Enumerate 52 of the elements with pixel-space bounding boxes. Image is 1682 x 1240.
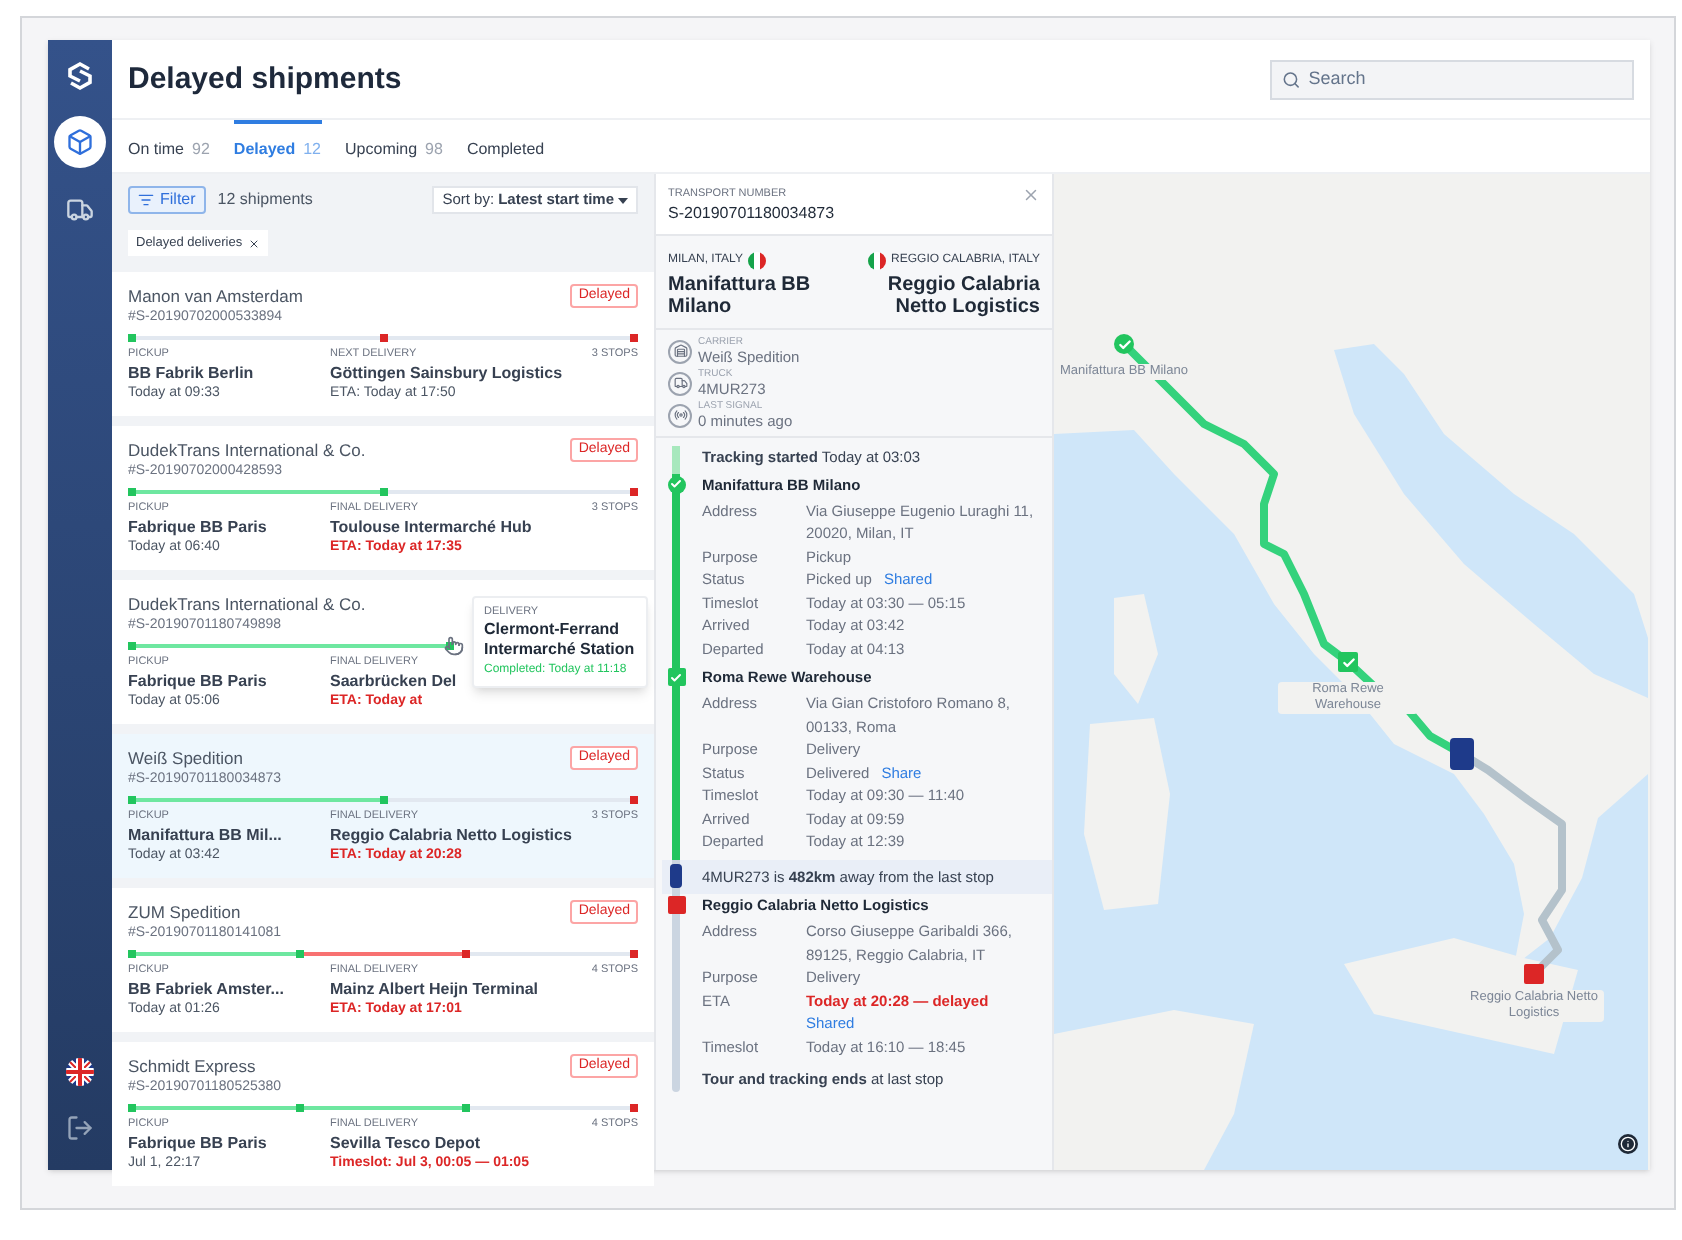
truck-icon — [66, 196, 94, 224]
delivery-place: Toulouse Intermarché Hub — [330, 516, 532, 538]
carrier-name: ZUM Spedition — [128, 899, 241, 925]
transport-number: S-20190701180034873 — [668, 202, 835, 227]
flag-icon — [867, 252, 886, 271]
truck-marker — [1450, 738, 1474, 770]
tab[interactable]: Completed — [466, 120, 545, 172]
tab[interactable]: Upcoming 98 — [345, 120, 443, 172]
search-field[interactable]: Search — [1270, 59, 1634, 99]
truck-icon — [668, 371, 692, 396]
carrier-name: Weiß Spedition — [128, 745, 243, 771]
filter-button[interactable]: Filter — [128, 186, 206, 214]
delivery-place: Reggio Calabria Netto Logistics — [330, 824, 572, 846]
box-icon — [66, 128, 94, 156]
pickup-place: BB Fabriek Amster... — [128, 978, 286, 1000]
delivery-place: Mainz Albert Heijn Terminal — [330, 978, 539, 1000]
truck-marker — [670, 863, 682, 888]
pickup-place: Manifattura BB Mil... — [128, 824, 284, 846]
logo-icon — [64, 60, 96, 92]
origin-name: Manifattura BB Milano — [668, 274, 813, 319]
carrier-name: DudekTrans International & Co. — [128, 591, 366, 617]
delivery-place: Göttingen Sainsbury Logistics — [330, 362, 563, 384]
stop-done-marker[interactable] — [1338, 652, 1358, 672]
stop-pending-marker[interactable] — [1524, 964, 1544, 984]
carrier-name: Manon van Amsterdam — [128, 283, 303, 309]
destination-name: Reggio Calabria Netto Logistics — [885, 274, 1040, 319]
flag-icon[interactable] — [66, 1058, 94, 1086]
pointer-icon — [444, 636, 464, 656]
pickup-place: BB Fabrik Berlin — [128, 362, 256, 384]
flag-icon — [748, 252, 767, 271]
logout-icon[interactable] — [66, 1114, 94, 1142]
signal-icon — [668, 403, 692, 428]
search-icon — [1282, 69, 1301, 89]
pickup-place: Fabrique BB Paris — [128, 516, 269, 538]
pickup-place: Fabrique BB Paris — [128, 1132, 269, 1154]
delivery-place: Sevilla Tesco Depot — [330, 1132, 480, 1154]
pickup-place: Fabrique BB Paris — [128, 670, 269, 692]
shipment-count: 12 shipments — [217, 188, 313, 212]
shipment-card[interactable] — [112, 580, 654, 724]
filter-icon — [138, 192, 154, 208]
caret-icon — [618, 197, 628, 203]
tab[interactable]: On time 92 — [128, 120, 210, 172]
tooltip-title: Clermont-Ferrand Intermarché Station — [484, 620, 636, 660]
stop-done-marker[interactable] — [1114, 334, 1134, 354]
carrier-name: Schmidt Express — [128, 1053, 256, 1079]
page-title: Delayed shipments — [128, 59, 402, 100]
delivery-place: Saarbrücken Del — [330, 670, 457, 692]
close-icon[interactable] — [248, 237, 261, 250]
nav-button[interactable] — [54, 116, 106, 168]
building-icon — [668, 339, 692, 364]
carrier-name: DudekTrans International & Co. — [128, 437, 366, 463]
search-input[interactable]: Search — [1308, 65, 1622, 93]
